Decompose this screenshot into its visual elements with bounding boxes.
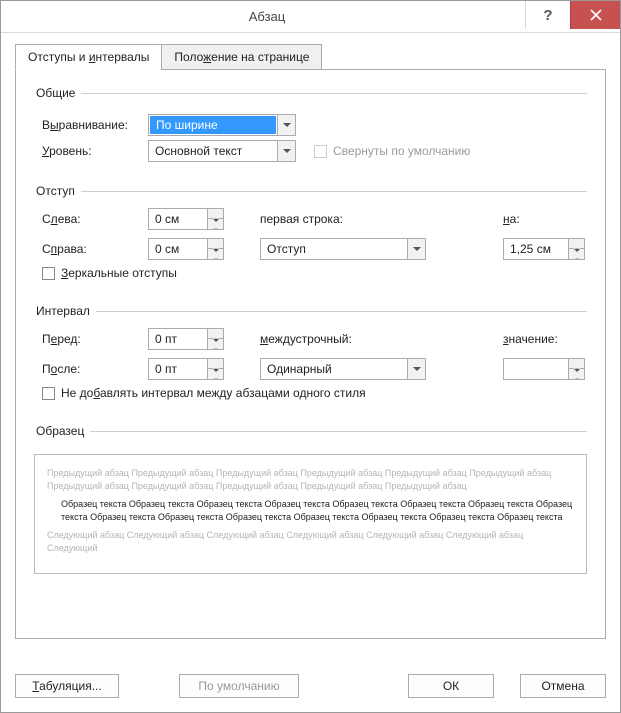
indent-left-spinner[interactable]: 0 см — [148, 208, 224, 230]
group-general-legend: Общие — [34, 86, 81, 100]
before-spinner[interactable]: 0 пт — [148, 328, 224, 350]
dialog-body: Отступы и интервалы Положение на страниц… — [1, 33, 620, 712]
dialog-title: Абзац — [9, 9, 525, 24]
cancel-button[interactable]: Отмена — [520, 674, 606, 698]
spin-up[interactable] — [569, 359, 584, 369]
spin-down[interactable] — [569, 249, 584, 259]
triangle-up-icon — [213, 239, 219, 249]
preview-next-paragraphs: Следующий абзац Следующий абзац Следующи… — [47, 529, 574, 554]
triangle-up-icon — [574, 239, 580, 249]
collapsed-label: Свернуты по умолчанию — [333, 144, 470, 158]
line-spacing-value: Одинарный — [261, 362, 407, 376]
indent-left-label: Слева: — [42, 212, 148, 226]
triangle-down-icon — [213, 369, 219, 379]
level-label: Уровень: — [42, 144, 148, 158]
paragraph-dialog: Абзац ? Отступы и интервалы Положение на… — [0, 0, 621, 713]
dropdown-button[interactable] — [277, 115, 295, 135]
alignment-combo[interactable]: По ширине — [148, 114, 296, 136]
dropdown-button[interactable] — [277, 141, 295, 161]
line-spacing-combo[interactable]: Одинарный — [260, 358, 426, 380]
default-button[interactable]: По умолчанию — [179, 674, 299, 698]
triangle-down-icon — [213, 249, 219, 259]
group-preview: Образец Предыдущий абзац Предыдущий абза… — [34, 424, 587, 580]
group-interval-legend: Интервал — [34, 304, 96, 318]
close-icon — [590, 9, 602, 21]
triangle-down-icon — [213, 339, 219, 349]
spin-up[interactable] — [208, 239, 223, 249]
triangle-up-icon — [213, 209, 219, 219]
tabbar: Отступы и интервалы Положение на страниц… — [15, 44, 606, 70]
indent-right-value: 0 см — [149, 242, 207, 256]
spin-down[interactable] — [569, 369, 584, 379]
before-value: 0 пт — [149, 332, 207, 346]
dropdown-button[interactable] — [407, 239, 425, 259]
preview-prev-paragraphs: Предыдущий абзац Предыдущий абзац Предыд… — [47, 467, 574, 492]
first-line-value: Отступ — [261, 242, 407, 256]
level-combo[interactable]: Основной текст — [148, 140, 296, 162]
preview-sample-text: Образец текста Образец текста Образец те… — [47, 498, 574, 523]
chevron-down-icon — [283, 149, 291, 153]
chevron-down-icon — [283, 123, 291, 127]
triangle-up-icon — [574, 359, 580, 369]
tabs-button[interactable]: Табуляция... — [15, 674, 119, 698]
chevron-down-icon — [413, 367, 421, 371]
spin-down[interactable] — [208, 339, 223, 349]
dialog-footer: Табуляция... По умолчанию ОК Отмена — [15, 674, 606, 698]
first-line-combo[interactable]: Отступ — [260, 238, 426, 260]
on-spinner[interactable]: 1,25 см — [503, 238, 585, 260]
spin-up[interactable] — [208, 329, 223, 339]
value-label: значение: — [503, 332, 587, 346]
help-button[interactable]: ? — [525, 1, 570, 29]
group-preview-legend: Образец — [34, 424, 90, 438]
tab-content: Общие Выравнивание: По ширине Уровень: О… — [15, 69, 606, 639]
chevron-down-icon — [413, 247, 421, 251]
triangle-down-icon — [574, 369, 580, 379]
spin-up[interactable] — [208, 209, 223, 219]
spin-up[interactable] — [569, 239, 584, 249]
tab-position[interactable]: Положение на странице — [161, 44, 322, 70]
mirror-indents-checkbox[interactable] — [42, 267, 55, 280]
spin-down[interactable] — [208, 219, 223, 229]
titlebar-buttons: ? — [525, 1, 620, 32]
indent-right-spinner[interactable]: 0 см — [148, 238, 224, 260]
group-indent-legend: Отступ — [34, 184, 81, 198]
spin-up[interactable] — [208, 359, 223, 369]
collapsed-checkbox — [314, 145, 327, 158]
close-button[interactable] — [570, 1, 620, 29]
dont-add-space-checkbox[interactable] — [42, 387, 55, 400]
first-line-label: первая строка: — [260, 212, 483, 226]
on-label: на: — [503, 212, 587, 226]
spin-down[interactable] — [208, 249, 223, 259]
triangle-up-icon — [213, 329, 219, 339]
indent-right-label: Справа: — [42, 242, 148, 256]
level-value: Основной текст — [149, 144, 277, 158]
triangle-down-icon — [574, 249, 580, 259]
spin-down[interactable] — [208, 369, 223, 379]
alignment-value: По ширине — [150, 116, 276, 134]
tab-indents[interactable]: Отступы и интервалы — [15, 44, 162, 70]
group-interval: Интервал Перед: 0 пт междустрочный: знач… — [34, 304, 587, 412]
on-value: 1,25 см — [504, 242, 568, 256]
dropdown-button[interactable] — [407, 359, 425, 379]
group-indent: Отступ Слева: 0 см первая строка: на: Сп… — [34, 184, 587, 292]
alignment-label: Выравнивание: — [42, 118, 148, 132]
titlebar: Абзац ? — [1, 1, 620, 33]
after-label: После: — [42, 362, 148, 376]
mirror-indents-label: Зеркальные отступы — [61, 266, 177, 280]
triangle-down-icon — [213, 219, 219, 229]
before-label: Перед: — [42, 332, 148, 346]
preview-box: Предыдущий абзац Предыдущий абзац Предыд… — [34, 454, 587, 574]
line-spacing-label: междустрочный: — [260, 332, 483, 346]
ok-button[interactable]: ОК — [408, 674, 494, 698]
group-general: Общие Выравнивание: По ширине Уровень: О… — [34, 86, 587, 172]
after-spinner[interactable]: 0 пт — [148, 358, 224, 380]
indent-left-value: 0 см — [149, 212, 207, 226]
dont-add-space-label: Не добавлять интервал между абзацами одн… — [61, 386, 366, 400]
value-spinner[interactable] — [503, 358, 585, 380]
triangle-up-icon — [213, 359, 219, 369]
after-value: 0 пт — [149, 362, 207, 376]
